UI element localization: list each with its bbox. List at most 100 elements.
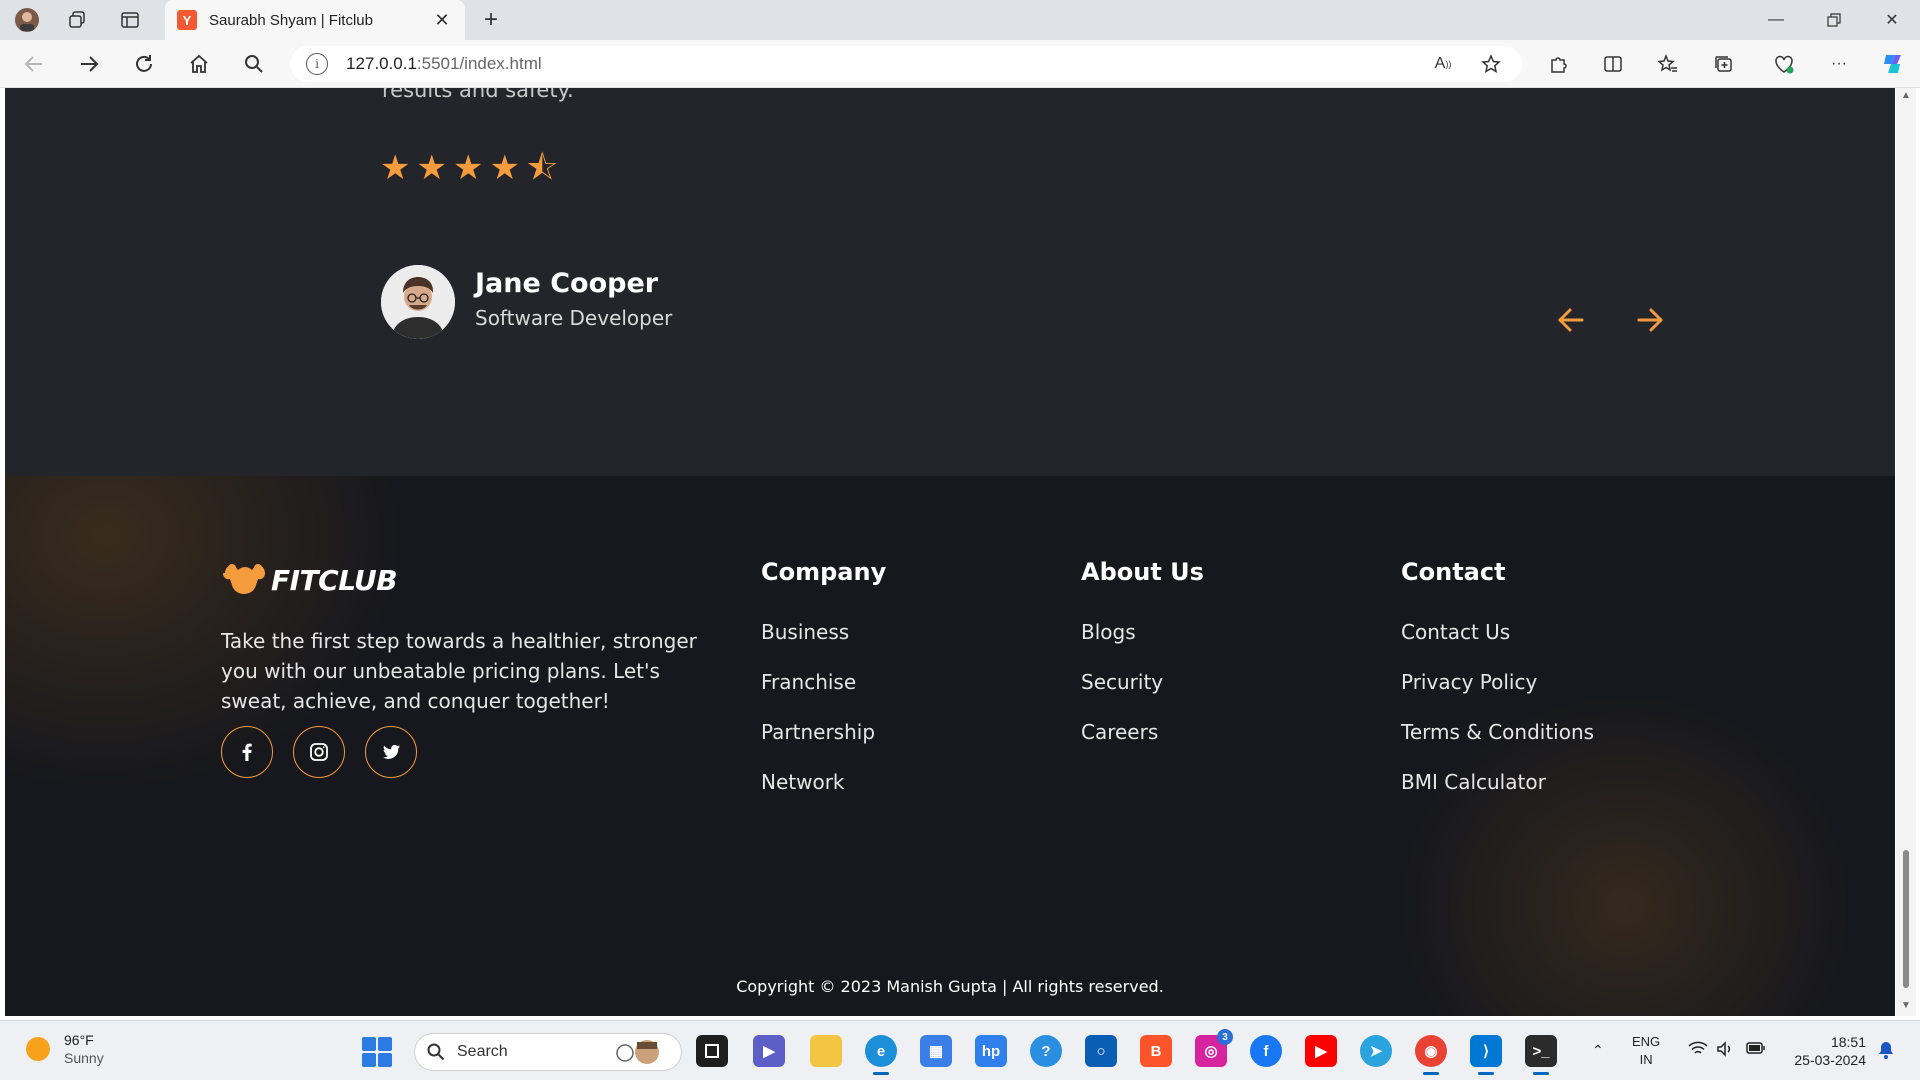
tray-overflow-icon[interactable]: ⌃: [1592, 1041, 1604, 1059]
scrollbar-thumb[interactable]: [1903, 850, 1909, 988]
footer-link-terms[interactable]: Terms & Conditions: [1401, 720, 1594, 770]
copilot-icon[interactable]: [1876, 49, 1910, 79]
star-half-icon: ⯪: [525, 148, 559, 188]
wifi-icon[interactable]: [1688, 1041, 1708, 1062]
instagram-app-icon[interactable]: ◎ 3: [1195, 1029, 1233, 1067]
favorites-icon[interactable]: [1651, 49, 1685, 79]
file-explorer-app-icon[interactable]: [810, 1035, 842, 1067]
help-app-icon[interactable]: ?: [1030, 1035, 1062, 1067]
fitclub-logo[interactable]: FITCLUB: [221, 559, 398, 601]
footer-tagline: Take the first step towards a healthier,…: [221, 629, 697, 713]
star-full-icon: ★: [452, 148, 484, 188]
browser-toolbar: i 127.0.0.1:5501/index.html A)) ···: [0, 40, 1920, 88]
clock-time: 18:51: [1830, 1034, 1866, 1050]
browser-tab-bar: Y Saurabh Shyam | Fitclub ✕ + — ✕: [0, 0, 1920, 40]
testimonial-text: results and safety.: [382, 88, 574, 102]
previous-arrow-button[interactable]: [1551, 300, 1591, 340]
profile-avatar-icon[interactable]: [10, 6, 44, 34]
edge-app-icon[interactable]: e: [865, 1035, 897, 1075]
brave-app-icon[interactable]: B: [1140, 1035, 1172, 1067]
copyright-text: Copyright © 2023 Manish Gupta | All righ…: [736, 977, 1164, 996]
collections-icon[interactable]: [1706, 49, 1740, 79]
scroll-down-icon[interactable]: ▼: [1900, 1000, 1912, 1011]
vertical-tabs-icon[interactable]: [113, 6, 147, 34]
page-scrollbar[interactable]: ▲ ▼: [1896, 88, 1916, 1016]
vscode-app-icon[interactable]: ⟩: [1470, 1035, 1502, 1075]
start-button[interactable]: [362, 1037, 392, 1067]
instagram-badge: 3: [1217, 1029, 1233, 1045]
home-icon[interactable]: [181, 49, 217, 79]
facebook-button[interactable]: [221, 726, 273, 778]
footer-link-privacy-policy[interactable]: Privacy Policy: [1401, 670, 1594, 720]
star-rating: ★ ★ ★ ★ ⯪: [380, 146, 558, 190]
search-icon: [427, 1043, 445, 1061]
footer-column-contact: Contact Contact Us Privacy Policy Terms …: [1401, 558, 1594, 820]
search-highlight-icon: [616, 1040, 659, 1064]
flexing-arm-icon: [223, 564, 265, 594]
weather-widget[interactable]: 96°F Sunny: [26, 1031, 104, 1067]
restore-button[interactable]: [1806, 0, 1862, 40]
notification-bell-icon[interactable]: [1878, 1041, 1894, 1064]
footer-link-network[interactable]: Network: [761, 770, 886, 820]
star-full-icon: ★: [380, 148, 411, 188]
footer-link-business[interactable]: Business: [761, 620, 886, 670]
close-window-button[interactable]: ✕: [1864, 0, 1920, 40]
scroll-up-icon[interactable]: ▲: [1900, 90, 1912, 101]
more-menu-icon[interactable]: ···: [1822, 49, 1856, 79]
minimize-button[interactable]: —: [1748, 0, 1804, 40]
active-tab[interactable]: Y Saurabh Shyam | Fitclub ✕: [165, 0, 465, 40]
search-icon[interactable]: [236, 49, 272, 79]
tab-close-icon[interactable]: ✕: [431, 10, 453, 31]
url-host: 127.0.0.1: [346, 54, 417, 73]
footer-link-bmi-calculator[interactable]: BMI Calculator: [1401, 770, 1594, 820]
column-title: Company: [761, 558, 887, 586]
page-viewport: results and safety. ★ ★ ★ ★ ⯪ Jane Cooper So…: [5, 88, 1895, 1016]
next-arrow-button[interactable]: [1630, 300, 1670, 340]
cortana-app-icon[interactable]: ○: [1085, 1035, 1117, 1067]
read-aloud-icon[interactable]: A)): [1426, 49, 1460, 79]
language-code: ENG: [1632, 1034, 1661, 1049]
chrome-app-icon[interactable]: ◉: [1415, 1035, 1447, 1075]
split-screen-icon[interactable]: [1596, 49, 1630, 79]
teams-app-icon[interactable]: ▶: [753, 1035, 785, 1067]
extensions-icon[interactable]: [1541, 49, 1575, 79]
site-footer: FITCLUB Take the first step towards a he…: [5, 476, 1895, 1016]
youtube-app-icon[interactable]: ▶: [1305, 1035, 1337, 1067]
store-app-icon[interactable]: ▦: [920, 1035, 952, 1067]
tab-favicon: Y: [177, 10, 197, 30]
new-tab-button[interactable]: +: [476, 6, 506, 34]
logo-wordmark: FITCLUB: [271, 563, 398, 597]
myhp-app-icon[interactable]: hp: [975, 1035, 1007, 1067]
forward-icon[interactable]: [71, 49, 107, 79]
footer-link-partnership[interactable]: Partnership: [761, 720, 886, 770]
telegram-app-icon[interactable]: ➤: [1360, 1035, 1392, 1067]
site-info-icon[interactable]: i: [306, 53, 328, 75]
browser-essentials-icon[interactable]: [1767, 49, 1801, 79]
back-icon[interactable]: [16, 49, 52, 79]
facebook-icon: [242, 743, 252, 761]
footer-link-blogs[interactable]: Blogs: [1081, 620, 1204, 670]
instagram-button[interactable]: [293, 726, 345, 778]
twitter-button[interactable]: [365, 726, 417, 778]
language-indicator[interactable]: ENG IN: [1632, 1033, 1660, 1069]
battery-icon[interactable]: [1746, 1041, 1766, 1060]
workspaces-icon[interactable]: [60, 6, 94, 34]
refresh-icon[interactable]: [126, 49, 162, 79]
region-code: IN: [1639, 1052, 1653, 1067]
taskbar-search[interactable]: Search: [414, 1033, 682, 1071]
twitter-icon: [383, 744, 400, 759]
system-clock[interactable]: 18:51 25-03-2024: [1782, 1033, 1866, 1069]
volume-icon[interactable]: [1716, 1041, 1734, 1062]
footer-link-security[interactable]: Security: [1081, 670, 1204, 720]
footer-link-contact-us[interactable]: Contact Us: [1401, 620, 1594, 670]
task-view-app-icon[interactable]: [696, 1035, 728, 1067]
star-full-icon: ★: [416, 148, 447, 188]
footer-link-careers[interactable]: Careers: [1081, 720, 1204, 770]
footer-link-franchise[interactable]: Franchise: [761, 670, 886, 720]
star-full-icon: ★: [489, 148, 520, 188]
terminal-app-icon[interactable]: >_: [1525, 1035, 1557, 1075]
favorite-star-icon[interactable]: [1474, 49, 1508, 79]
address-bar[interactable]: i 127.0.0.1:5501/index.html: [290, 46, 1522, 82]
facebook-app-icon[interactable]: f: [1250, 1035, 1282, 1067]
author-role: Software Developer: [475, 306, 673, 330]
